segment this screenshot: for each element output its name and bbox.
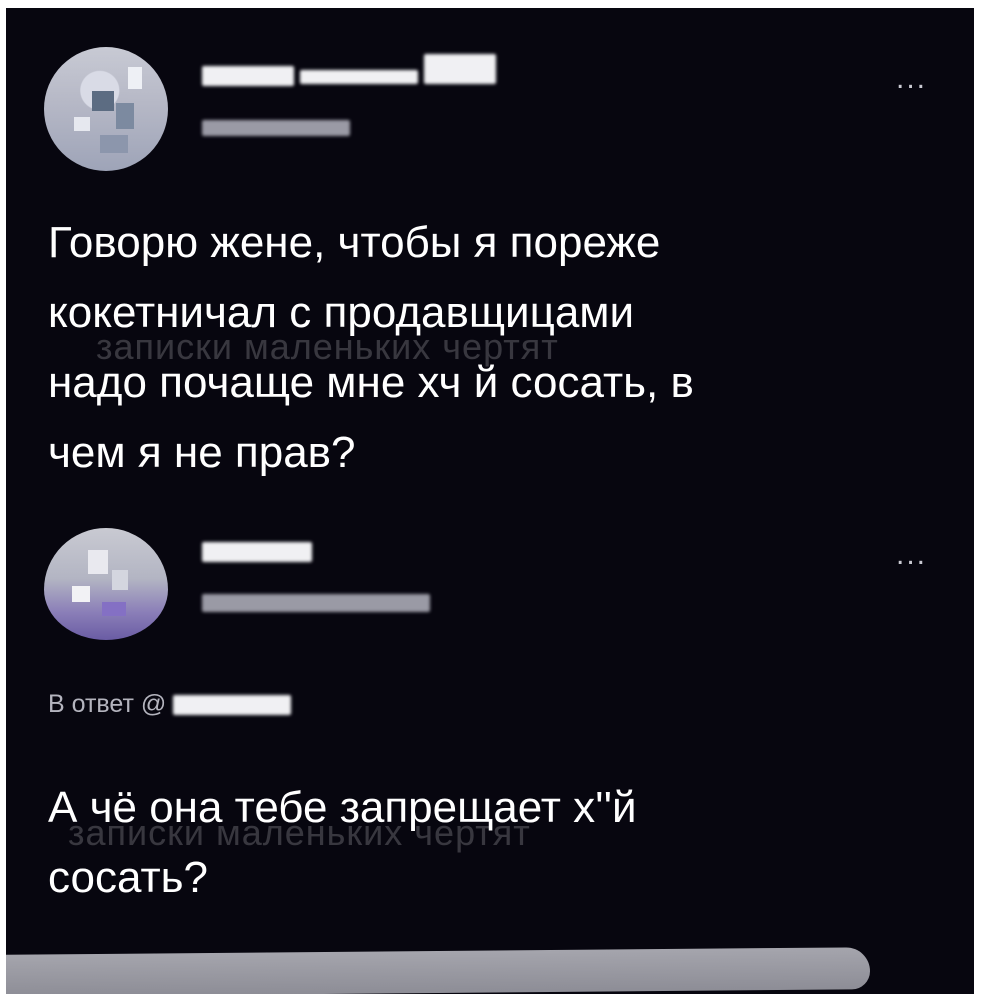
more-options-icon[interactable]: ... [896,64,927,94]
input-bar-redacted[interactable] [6,947,870,994]
reply-to-line: В ответ @ [48,689,292,719]
username-blurred[interactable] [424,54,496,84]
avatar-pixelated[interactable] [44,47,168,171]
username-blurred[interactable] [202,66,294,86]
handle-blurred[interactable] [202,594,430,612]
watermark: записки маленьких чертят [68,812,531,853]
avatar-pixelated[interactable] [44,528,168,640]
more-options-icon[interactable]: ... [896,540,927,570]
watermark: записки маленьких чертят [96,326,559,367]
reply-handle-blurred[interactable] [173,695,292,716]
username-blurred[interactable] [202,542,312,562]
reply-to-label: В ответ @ [48,690,167,718]
username-blurred[interactable] [300,70,418,84]
screenshot-frame: ... Говорю жене, чтобы я пореже кокетнич… [6,8,974,994]
handle-blurred[interactable] [202,120,350,136]
